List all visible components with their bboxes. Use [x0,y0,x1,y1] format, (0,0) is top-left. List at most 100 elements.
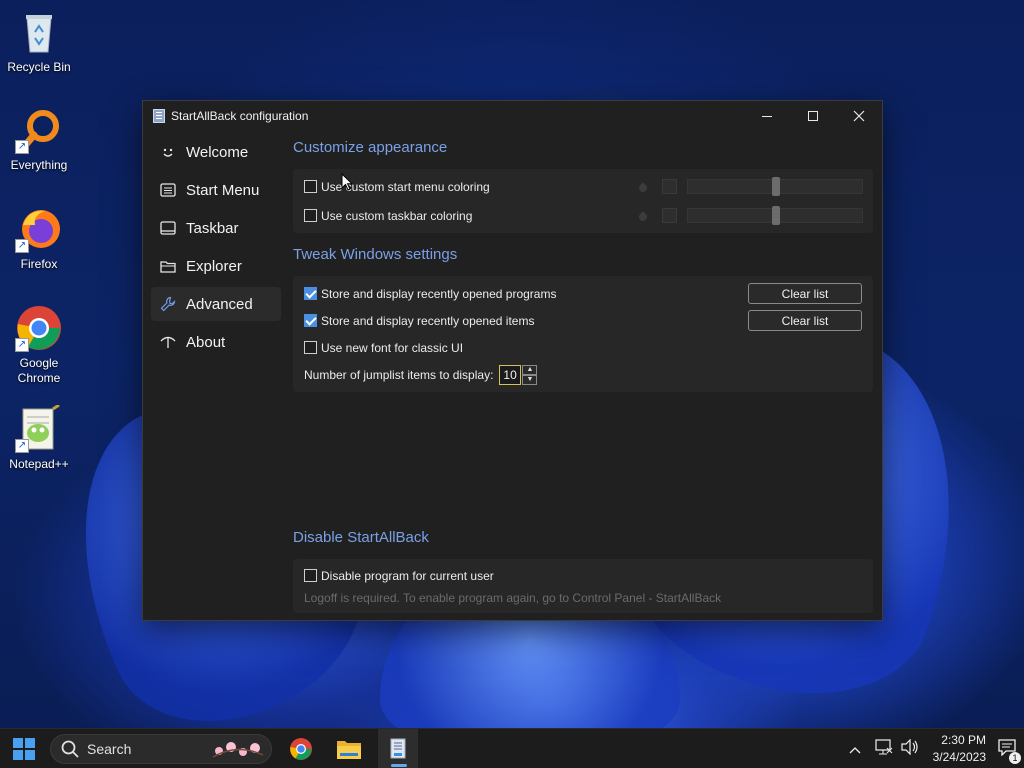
desktop-icon-firefox[interactable]: ↗ Firefox [1,205,77,272]
start-menu-intensity-slider[interactable] [687,177,863,196]
jumplist-row: Number of jumplist items to display: 10 … [293,361,873,389]
tweak-card: Store and display recently opened progra… [293,276,873,392]
shortcut-arrow-icon: ↗ [15,239,29,253]
recent-programs-checkbox[interactable] [304,287,317,300]
nav-item-advanced[interactable]: Advanced [151,287,281,321]
mouse-cursor-icon [341,173,353,191]
start-menu-icon [160,182,176,198]
wrench-icon [160,296,176,312]
taskbar-color-swatch[interactable] [662,208,677,223]
minimize-button[interactable] [744,101,790,131]
nav-label: About [186,333,226,351]
shortcut-arrow-icon: ↗ [15,140,29,154]
jumplist-count-input[interactable]: 10 [499,365,522,385]
slider-thumb[interactable] [772,177,780,196]
taskbar-clock[interactable]: 2:30 PM 3/24/2023 [933,732,986,766]
clear-recent-items-button[interactable]: Clear list [748,310,862,331]
close-button[interactable] [836,101,882,131]
nav-label: Explorer [186,257,242,275]
taskbar-intensity-slider[interactable] [687,206,863,225]
shortcut-arrow-icon: ↗ [15,439,29,453]
chrome-icon: ↗ [15,304,63,352]
spin-down-button[interactable]: ▼ [522,375,538,385]
window-title: StartAllBack configuration [171,109,309,123]
nav-label: Welcome [186,143,249,161]
section-title-disable: Disable StartAllBack [293,529,429,546]
search-label: Search [87,741,132,757]
desktop-icon-chrome[interactable]: ↗ Google Chrome [1,304,77,386]
checkbox-label[interactable]: Store and display recently opened progra… [321,287,556,301]
notification-center-button[interactable]: 1 [998,738,1021,764]
startallback-app-icon [153,109,165,123]
disable-program-row: Disable program for current user [293,562,873,589]
desktop-icon-everything[interactable]: ↗ Everything [1,106,77,173]
chrome-icon [290,737,312,760]
desktop-icon-recycle-bin[interactable]: Recycle Bin [1,8,77,75]
nav-item-taskbar[interactable]: Taskbar [151,211,281,245]
notepad-plus-plus-icon: ↗ [15,403,63,453]
checkbox-label[interactable]: Use new font for classic UI [321,341,463,355]
title-bar[interactable]: StartAllBack configuration [143,101,882,131]
shortcut-arrow-icon: ↗ [15,338,29,352]
system-tray: 2:30 PM 3/24/2023 1 [849,729,1024,768]
nav-item-welcome[interactable]: Welcome [151,135,281,169]
recent-items-checkbox[interactable] [304,314,317,327]
spin-up-button[interactable]: ▲ [522,365,538,375]
start-button[interactable] [4,729,44,768]
start-menu-coloring-checkbox[interactable] [304,180,317,193]
about-icon [160,334,176,350]
taskbar-coloring-checkbox[interactable] [304,209,317,222]
notification-count-badge: 1 [1009,751,1021,764]
taskbar-file-explorer-button[interactable] [329,729,369,768]
recycle-bin-icon [15,8,63,56]
disable-program-checkbox[interactable] [304,569,317,582]
taskbar-coloring-row: Use custom taskbar coloring [293,201,873,230]
jumplist-label: Number of jumplist items to display: [304,368,494,382]
startallback-config-window: StartAllBack configuration Welcome Start… [142,100,883,621]
clock-time: 2:30 PM [941,733,986,747]
nav-label: Start Menu [186,181,260,199]
search-icon [61,740,79,758]
desktop-icon-label: Everything [10,158,68,172]
logoff-hint: Logoff is required. To enable program ag… [304,591,722,605]
nav-item-start-menu[interactable]: Start Menu [151,173,281,207]
file-explorer-icon [337,740,361,759]
checkbox-label[interactable]: Use custom taskbar coloring [321,209,472,223]
desktop-icon-label: Recycle Bin [7,60,71,74]
desktop-icon-label: Notepad++ [9,457,69,471]
startallback-app-icon [390,738,406,758]
smiley-icon [160,144,176,160]
taskbar-chrome-button[interactable] [281,729,321,768]
recent-programs-row: Store and display recently opened progra… [293,280,873,307]
taskbar-search-box[interactable]: Search [50,734,272,764]
section-title-appearance: Customize appearance [293,139,448,156]
nav-item-about[interactable]: About [151,325,281,359]
recent-items-row: Store and display recently opened items … [293,307,873,334]
desktop-icon-notepad-plus-plus[interactable]: ↗ Notepad++ [1,403,77,472]
slider-thumb[interactable] [772,206,780,225]
network-icon[interactable] [875,738,893,760]
show-hidden-icons-chevron-icon[interactable] [849,741,861,757]
new-font-checkbox[interactable] [304,341,317,354]
everything-search-icon: ↗ [15,106,63,154]
start-menu-coloring-row: Use custom start menu coloring [293,172,873,201]
checkbox-label[interactable]: Disable program for current user [321,569,494,583]
windows-logo-icon [13,737,35,760]
clock-date: 3/24/2023 [932,750,986,764]
taskbar-icon [160,220,176,236]
maximize-button[interactable] [790,101,836,131]
nav-item-explorer[interactable]: Explorer [151,249,281,283]
jumplist-spinner: 10 ▲ ▼ [499,365,538,385]
taskbar: Search 2:30 PM 3/24/2023 1 [0,728,1024,768]
disable-card: Disable program for current user Logoff … [293,559,873,613]
settings-content: Customize appearance Use custom start me… [293,139,873,613]
desktop-icon-label: Firefox [20,257,58,271]
start-menu-color-swatch[interactable] [662,179,677,194]
close-icon [853,110,865,122]
new-font-row: Use new font for classic UI [293,334,873,361]
volume-icon[interactable] [901,738,919,760]
clear-recent-programs-button[interactable]: Clear list [748,283,862,304]
checkbox-label[interactable]: Store and display recently opened items [321,314,534,328]
color-drop-icon [638,181,648,193]
taskbar-startallback-button[interactable] [378,728,418,768]
